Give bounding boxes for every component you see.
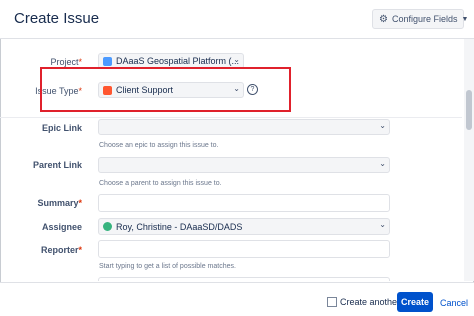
summary-label: Summary* [37,198,82,208]
reporter-label: Reporter* [40,245,82,255]
project-label: Project* [50,57,82,67]
dialog-header: Create Issue ⚙ Configure Fields ▼ [0,0,474,39]
configure-fields-button[interactable]: ⚙ Configure Fields ▼ [372,9,468,29]
help-icon[interactable]: ? [247,84,258,95]
configure-fields-label: Configure Fields [391,14,458,24]
create-another-label: Create another [340,297,401,307]
cancel-link[interactable]: Cancel [440,298,468,308]
chevron-down-icon: ⌄ [379,121,386,130]
epic-link-label: Epic Link [41,123,82,133]
assignee-value: Roy, Christine - DAaaSD/DADS [116,221,243,232]
project-icon [103,56,112,66]
chevron-down-icon: ▼ [461,15,469,23]
project-value: DAaaS Geospatial Platform (... [116,56,240,66]
epic-link-help: Choose an epic to assign this issue to. [99,142,219,149]
epic-link-select[interactable]: ⌄ [98,119,390,135]
assignee-select[interactable]: Roy, Christine - DAaaSD/DADS ⌄ [98,218,390,235]
dialog-title: Create Issue [14,10,100,27]
parent-link-help: Choose a parent to assign this issue to. [99,180,222,187]
parent-link-select[interactable]: ⌄ [98,157,390,173]
parent-link-label: Parent Link [32,160,82,170]
summary-input[interactable] [98,194,390,212]
scrollbar-track[interactable] [464,39,474,281]
chevron-down-icon: ⌄ [379,220,386,229]
gear-icon: ⚙ [379,13,388,25]
scrollbar-thumb[interactable] [466,90,472,130]
create-another-checkbox[interactable] [327,297,337,307]
user-avatar-icon [103,222,112,231]
section-divider [0,117,462,118]
chevron-down-icon: ⌄ [233,55,240,64]
reporter-input[interactable] [98,240,390,258]
next-field-input[interactable] [98,277,390,281]
reporter-help: Start typing to get a list of possible m… [99,263,236,270]
assignee-label: Assignee [41,222,82,232]
chevron-down-icon: ⌄ [379,159,386,168]
dialog-footer: Create another Create Cancel [0,282,474,316]
create-button[interactable]: Create [397,292,433,312]
create-another-toggle[interactable]: Create another [327,297,400,307]
